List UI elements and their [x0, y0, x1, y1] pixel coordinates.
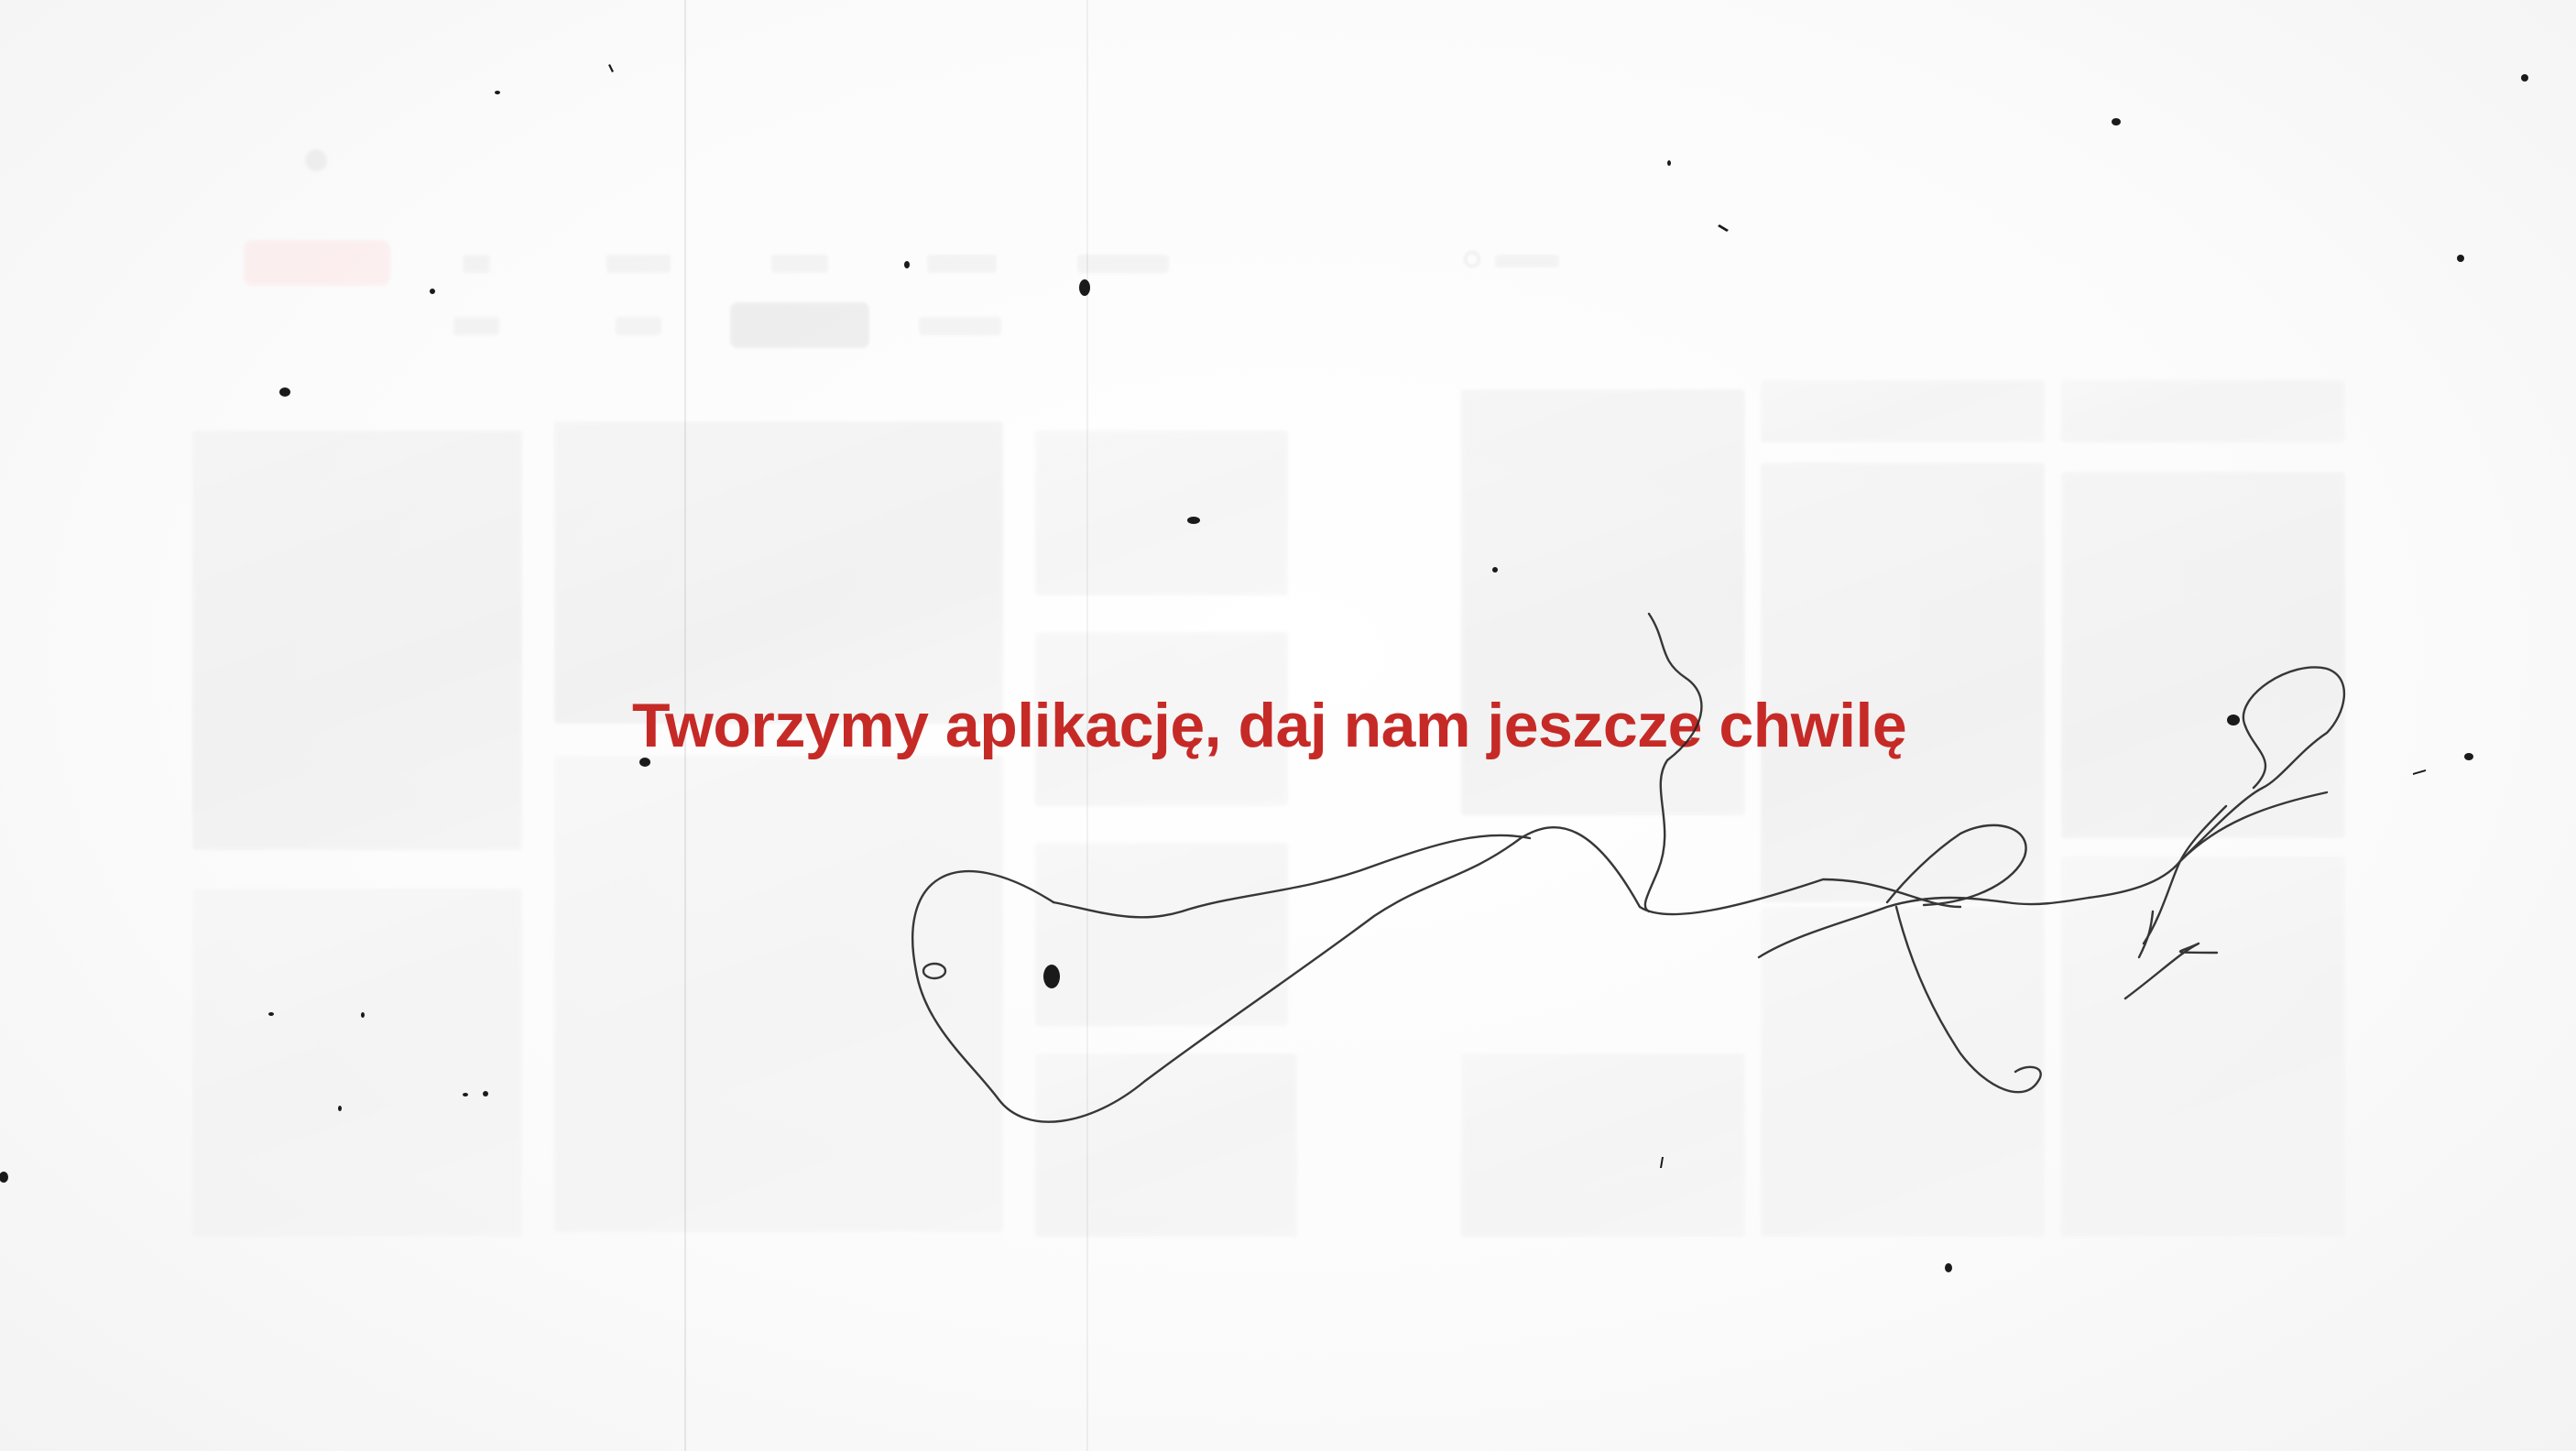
image-card-placeholder — [2061, 856, 2345, 1237]
image-card-placeholder — [554, 421, 1003, 724]
search-input-placeholder — [1495, 255, 1559, 267]
image-card-placeholder — [2061, 472, 2345, 838]
image-card-placeholder — [1761, 380, 2045, 442]
nav-tab-placeholder — [606, 255, 671, 273]
image-card-placeholder — [1035, 843, 1288, 1026]
loading-screen: Tworzymy aplikację, daj nam jeszcze chwi… — [0, 0, 2576, 1451]
image-card-placeholder — [1761, 907, 2045, 1237]
image-card-placeholder — [1035, 1053, 1297, 1237]
nav-tab-placeholder — [927, 255, 997, 273]
subnav-tab-selected-placeholder — [730, 302, 869, 348]
image-card-placeholder — [554, 756, 1003, 1232]
search-placeholder — [1464, 249, 1647, 275]
image-card-placeholder — [1035, 431, 1288, 595]
subnav-tab-placeholder — [919, 317, 1001, 335]
image-card-placeholder — [2061, 380, 2345, 442]
primary-tab-placeholder — [244, 240, 390, 286]
subnav-tab-placeholder — [616, 317, 661, 335]
loading-message: Tworzymy aplikację, daj nam jeszcze chwi… — [632, 691, 1907, 760]
image-card-placeholder — [192, 889, 522, 1237]
subnav-tab-placeholder — [453, 317, 499, 335]
nav-tab-placeholder — [771, 255, 828, 273]
search-icon — [1464, 251, 1480, 267]
logo-placeholder — [305, 149, 327, 171]
nav-tab-placeholder — [463, 255, 490, 273]
image-card-placeholder — [192, 431, 522, 850]
nav-tab-placeholder — [1077, 255, 1169, 273]
image-card-placeholder — [1761, 463, 2045, 902]
image-card-placeholder — [1461, 1053, 1745, 1237]
